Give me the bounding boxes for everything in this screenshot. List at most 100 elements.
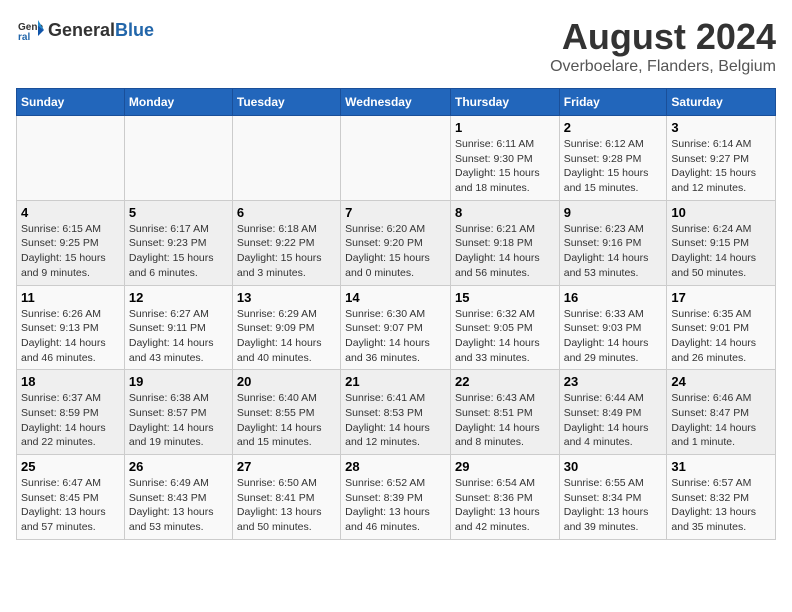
day-number: 13	[237, 290, 336, 305]
day-info: Sunrise: 6:14 AM Sunset: 9:27 PM Dayligh…	[671, 137, 771, 196]
day-number: 26	[129, 459, 228, 474]
day-number: 6	[237, 205, 336, 220]
day-info: Sunrise: 6:23 AM Sunset: 9:16 PM Dayligh…	[564, 222, 663, 281]
weekday-header-sunday: Sunday	[17, 89, 125, 116]
day-number: 1	[455, 120, 555, 135]
calendar-cell: 15 Sunrise: 6:32 AM Sunset: 9:05 PM Dayli…	[450, 285, 559, 370]
calendar-cell: 24 Sunrise: 6:46 AM Sunset: 8:47 PM Dayli…	[667, 370, 776, 455]
day-number: 7	[345, 205, 446, 220]
day-info: Sunrise: 6:24 AM Sunset: 9:15 PM Dayligh…	[671, 222, 771, 281]
day-info: Sunrise: 6:30 AM Sunset: 9:07 PM Dayligh…	[345, 307, 446, 366]
day-number: 4	[21, 205, 120, 220]
day-info: Sunrise: 6:15 AM Sunset: 9:25 PM Dayligh…	[21, 222, 120, 281]
weekday-header-friday: Friday	[559, 89, 667, 116]
logo-text: GeneralBlue	[48, 20, 154, 41]
calendar-cell	[17, 116, 125, 201]
main-title: August 2024	[550, 16, 776, 58]
calendar-cell	[232, 116, 340, 201]
day-info: Sunrise: 6:52 AM Sunset: 8:39 PM Dayligh…	[345, 476, 446, 535]
day-info: Sunrise: 6:47 AM Sunset: 8:45 PM Dayligh…	[21, 476, 120, 535]
calendar-week-row: 4 Sunrise: 6:15 AM Sunset: 9:25 PM Daylig…	[17, 200, 776, 285]
day-number: 29	[455, 459, 555, 474]
weekday-header-wednesday: Wednesday	[341, 89, 451, 116]
day-number: 18	[21, 374, 120, 389]
day-info: Sunrise: 6:41 AM Sunset: 8:53 PM Dayligh…	[345, 391, 446, 450]
calendar-header-row: SundayMondayTuesdayWednesdayThursdayFrid…	[17, 89, 776, 116]
day-info: Sunrise: 6:40 AM Sunset: 8:55 PM Dayligh…	[237, 391, 336, 450]
logo: Gene ral GeneralBlue	[16, 16, 154, 44]
calendar-cell: 27Sunrise: 6:50 AM Sunset: 8:41 PM Dayli…	[232, 455, 340, 540]
calendar-cell: 31 Sunrise: 6:57 AM Sunset: 8:32 PM Dayli…	[667, 455, 776, 540]
day-info: Sunrise: 6:27 AM Sunset: 9:11 PM Dayligh…	[129, 307, 228, 366]
calendar-cell: 18 Sunrise: 6:37 AM Sunset: 8:59 PM Dayli…	[17, 370, 125, 455]
calendar-cell: 3 Sunrise: 6:14 AM Sunset: 9:27 PM Daylig…	[667, 116, 776, 201]
calendar-cell: 19Sunrise: 6:38 AM Sunset: 8:57 PM Dayli…	[124, 370, 232, 455]
calendar-cell: 16Sunrise: 6:33 AM Sunset: 9:03 PM Dayli…	[559, 285, 667, 370]
calendar-week-row: 11 Sunrise: 6:26 AM Sunset: 9:13 PM Dayli…	[17, 285, 776, 370]
weekday-header-monday: Monday	[124, 89, 232, 116]
day-info: Sunrise: 6:17 AM Sunset: 9:23 PM Dayligh…	[129, 222, 228, 281]
day-number: 20	[237, 374, 336, 389]
day-number: 15	[455, 290, 555, 305]
logo-icon: Gene ral	[16, 16, 44, 44]
day-number: 12	[129, 290, 228, 305]
day-info: Sunrise: 6:33 AM Sunset: 9:03 PM Dayligh…	[564, 307, 663, 366]
day-info: Sunrise: 6:20 AM Sunset: 9:20 PM Dayligh…	[345, 222, 446, 281]
weekday-header-saturday: Saturday	[667, 89, 776, 116]
calendar-cell: 5Sunrise: 6:17 AM Sunset: 9:23 PM Daylig…	[124, 200, 232, 285]
calendar-cell	[341, 116, 451, 201]
subtitle: Overboelare, Flanders, Belgium	[550, 58, 776, 76]
day-info: Sunrise: 6:57 AM Sunset: 8:32 PM Dayligh…	[671, 476, 771, 535]
day-info: Sunrise: 6:50 AM Sunset: 8:41 PM Dayligh…	[237, 476, 336, 535]
day-info: Sunrise: 6:26 AM Sunset: 9:13 PM Dayligh…	[21, 307, 120, 366]
calendar-cell: 8Sunrise: 6:21 AM Sunset: 9:18 PM Daylig…	[450, 200, 559, 285]
calendar-cell: 4 Sunrise: 6:15 AM Sunset: 9:25 PM Daylig…	[17, 200, 125, 285]
day-number: 21	[345, 374, 446, 389]
page-header: Gene ral GeneralBlue August 2024 Overboe…	[16, 16, 776, 76]
day-info: Sunrise: 6:12 AM Sunset: 9:28 PM Dayligh…	[564, 137, 663, 196]
calendar-cell: 13 Sunrise: 6:29 AM Sunset: 9:09 PM Dayli…	[232, 285, 340, 370]
calendar-cell: 7 Sunrise: 6:20 AM Sunset: 9:20 PM Daylig…	[341, 200, 451, 285]
day-number: 31	[671, 459, 771, 474]
day-number: 10	[671, 205, 771, 220]
day-number: 2	[564, 120, 663, 135]
calendar-week-row: 18 Sunrise: 6:37 AM Sunset: 8:59 PM Dayli…	[17, 370, 776, 455]
day-info: Sunrise: 6:43 AM Sunset: 8:51 PM Dayligh…	[455, 391, 555, 450]
day-info: Sunrise: 6:11 AM Sunset: 9:30 PM Dayligh…	[455, 137, 555, 196]
calendar-cell	[124, 116, 232, 201]
logo-general: General	[48, 20, 115, 40]
day-info: Sunrise: 6:37 AM Sunset: 8:59 PM Dayligh…	[21, 391, 120, 450]
weekday-header-tuesday: Tuesday	[232, 89, 340, 116]
calendar-cell: 9Sunrise: 6:23 AM Sunset: 9:16 PM Daylig…	[559, 200, 667, 285]
calendar-cell: 2 Sunrise: 6:12 AM Sunset: 9:28 PM Daylig…	[559, 116, 667, 201]
calendar-cell: 14Sunrise: 6:30 AM Sunset: 9:07 PM Dayli…	[341, 285, 451, 370]
day-info: Sunrise: 6:29 AM Sunset: 9:09 PM Dayligh…	[237, 307, 336, 366]
day-info: Sunrise: 6:18 AM Sunset: 9:22 PM Dayligh…	[237, 222, 336, 281]
svg-text:ral: ral	[18, 32, 30, 43]
day-number: 3	[671, 120, 771, 135]
calendar-table: SundayMondayTuesdayWednesdayThursdayFrid…	[16, 88, 776, 540]
calendar-week-row: 1 Sunrise: 6:11 AM Sunset: 9:30 PM Daylig…	[17, 116, 776, 201]
day-info: Sunrise: 6:35 AM Sunset: 9:01 PM Dayligh…	[671, 307, 771, 366]
day-number: 11	[21, 290, 120, 305]
calendar-week-row: 25Sunrise: 6:47 AM Sunset: 8:45 PM Dayli…	[17, 455, 776, 540]
calendar-cell: 12 Sunrise: 6:27 AM Sunset: 9:11 PM Dayli…	[124, 285, 232, 370]
calendar-cell: 23Sunrise: 6:44 AM Sunset: 8:49 PM Dayli…	[559, 370, 667, 455]
calendar-cell: 10 Sunrise: 6:24 AM Sunset: 9:15 PM Dayli…	[667, 200, 776, 285]
day-number: 22	[455, 374, 555, 389]
day-info: Sunrise: 6:55 AM Sunset: 8:34 PM Dayligh…	[564, 476, 663, 535]
calendar-cell: 21 Sunrise: 6:41 AM Sunset: 8:53 PM Dayli…	[341, 370, 451, 455]
calendar-cell: 1 Sunrise: 6:11 AM Sunset: 9:30 PM Daylig…	[450, 116, 559, 201]
calendar-cell: 6 Sunrise: 6:18 AM Sunset: 9:22 PM Daylig…	[232, 200, 340, 285]
calendar-cell: 26 Sunrise: 6:49 AM Sunset: 8:43 PM Dayli…	[124, 455, 232, 540]
day-info: Sunrise: 6:54 AM Sunset: 8:36 PM Dayligh…	[455, 476, 555, 535]
day-number: 24	[671, 374, 771, 389]
day-info: Sunrise: 6:46 AM Sunset: 8:47 PM Dayligh…	[671, 391, 771, 450]
calendar-cell: 29 Sunrise: 6:54 AM Sunset: 8:36 PM Dayli…	[450, 455, 559, 540]
day-info: Sunrise: 6:32 AM Sunset: 9:05 PM Dayligh…	[455, 307, 555, 366]
title-area: August 2024 Overboelare, Flanders, Belgi…	[550, 16, 776, 76]
day-info: Sunrise: 6:49 AM Sunset: 8:43 PM Dayligh…	[129, 476, 228, 535]
logo-blue: Blue	[115, 20, 154, 40]
day-number: 23	[564, 374, 663, 389]
calendar-cell: 11 Sunrise: 6:26 AM Sunset: 9:13 PM Dayli…	[17, 285, 125, 370]
